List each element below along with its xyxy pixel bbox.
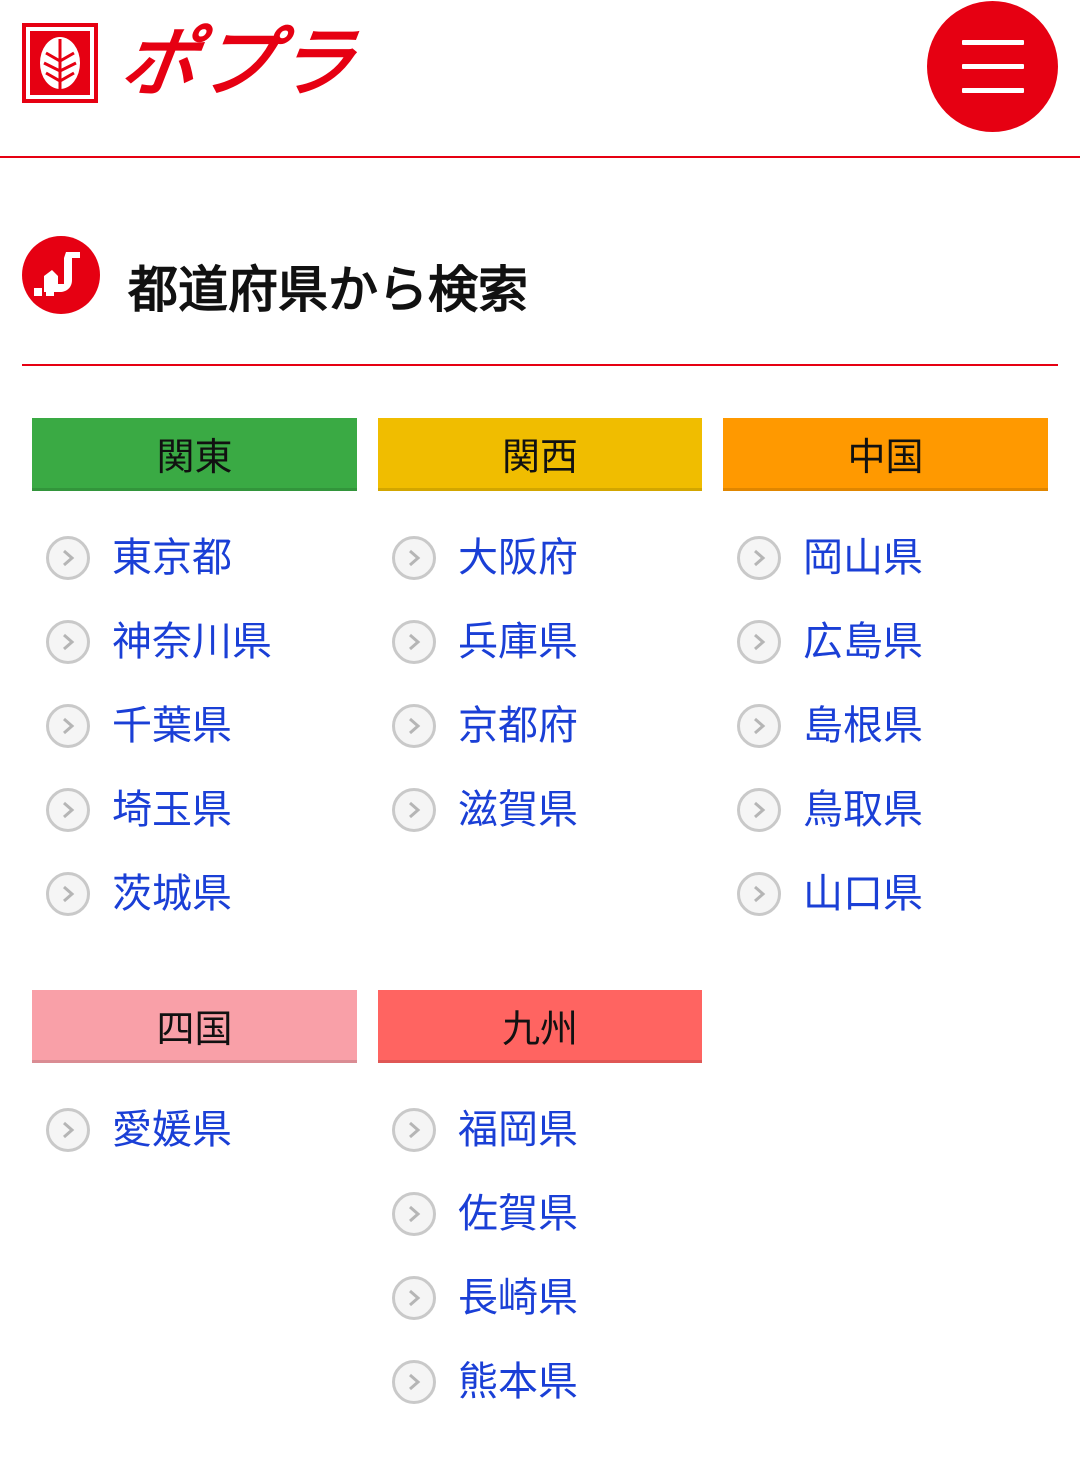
prefecture-link[interactable]: 茨城県 xyxy=(112,869,232,919)
prefecture-link[interactable]: 島根県 xyxy=(803,701,923,751)
list-item[interactable]: 埼玉県 xyxy=(32,768,357,852)
menu-line xyxy=(961,64,1024,69)
region-header-shikoku: 四国 xyxy=(32,990,357,1063)
prefecture-link[interactable]: 千葉県 xyxy=(112,701,232,751)
list-item[interactable]: 大阪府 xyxy=(378,516,702,600)
chevron-right-circle-icon xyxy=(392,1108,436,1152)
list-item[interactable]: 愛媛県 xyxy=(32,1088,357,1172)
site-header: ポプラ xyxy=(0,0,1080,158)
chevron-right-circle-icon xyxy=(737,872,781,916)
region-header-kanto: 関東 xyxy=(32,418,357,491)
list-item[interactable]: 岡山県 xyxy=(723,516,1048,600)
list-item[interactable]: 千葉県 xyxy=(32,684,357,768)
list-item[interactable]: 神奈川県 xyxy=(32,600,357,684)
list-item[interactable]: 島根県 xyxy=(723,684,1048,768)
map-pin-circle-icon xyxy=(22,236,100,314)
chevron-right-circle-icon xyxy=(46,536,90,580)
region-header-chugoku: 中国 xyxy=(723,418,1048,491)
chevron-right-circle-icon xyxy=(392,620,436,664)
prefecture-link[interactable]: 滋賀県 xyxy=(458,785,578,835)
chevron-right-circle-icon xyxy=(737,704,781,748)
chevron-right-circle-icon xyxy=(392,1360,436,1404)
prefecture-link[interactable]: 佐賀県 xyxy=(458,1189,578,1239)
prefecture-list-shikoku: 愛媛県 xyxy=(32,1088,357,1172)
chevron-right-circle-icon xyxy=(46,1108,90,1152)
list-item[interactable]: 長崎県 xyxy=(378,1256,702,1340)
list-item[interactable]: 茨城県 xyxy=(32,852,357,936)
prefecture-link[interactable]: 埼玉県 xyxy=(112,785,232,835)
chevron-right-circle-icon xyxy=(737,620,781,664)
list-item[interactable]: 鳥取県 xyxy=(723,768,1048,852)
prefecture-link[interactable]: 東京都 xyxy=(112,533,232,583)
prefecture-link[interactable]: 福岡県 xyxy=(458,1105,578,1155)
prefecture-list-kanto: 東京都 神奈川県 千葉県 埼玉県 茨城県 xyxy=(32,516,357,936)
region-header-kyushu: 九州 xyxy=(378,990,702,1063)
chevron-right-circle-icon xyxy=(737,536,781,580)
prefecture-link[interactable]: 鳥取県 xyxy=(803,785,923,835)
chevron-right-circle-icon xyxy=(737,788,781,832)
chevron-right-circle-icon xyxy=(392,1276,436,1320)
hamburger-menu-icon[interactable] xyxy=(927,1,1058,132)
prefecture-link[interactable]: 京都府 xyxy=(458,701,578,751)
list-item[interactable]: 山口県 xyxy=(723,852,1048,936)
chevron-right-circle-icon xyxy=(392,704,436,748)
list-item[interactable]: 福岡県 xyxy=(378,1088,702,1172)
section-heading: 都道府県から検索 xyxy=(22,236,1058,366)
chevron-right-circle-icon xyxy=(392,536,436,580)
list-item[interactable]: 兵庫県 xyxy=(378,600,702,684)
list-item[interactable]: 広島県 xyxy=(723,600,1048,684)
prefecture-link[interactable]: 熊本県 xyxy=(458,1357,578,1407)
prefecture-link[interactable]: 岡山県 xyxy=(803,533,923,583)
page: ポプラ 都道府県から検索 関東 東京都 神奈川県 千葉県 埼玉県 茨城県 関西 … xyxy=(0,0,1080,1470)
prefecture-link[interactable]: 大阪府 xyxy=(458,533,578,583)
prefecture-list-chugoku: 岡山県 広島県 島根県 鳥取県 山口県 xyxy=(723,516,1048,936)
prefecture-link[interactable]: 広島県 xyxy=(803,617,923,667)
list-item[interactable]: 東京都 xyxy=(32,516,357,600)
popla-leaf-logo-icon xyxy=(22,23,98,103)
list-item[interactable]: 京都府 xyxy=(378,684,702,768)
prefecture-link[interactable]: 愛媛県 xyxy=(112,1105,232,1155)
chevron-right-circle-icon xyxy=(392,788,436,832)
prefecture-link[interactable]: 兵庫県 xyxy=(458,617,578,667)
logo-wordmark: ポプラ xyxy=(115,18,363,107)
chevron-right-circle-icon xyxy=(46,620,90,664)
region-header-kansai: 関西 xyxy=(378,418,702,491)
list-item[interactable]: 熊本県 xyxy=(378,1340,702,1424)
chevron-right-circle-icon xyxy=(392,1192,436,1236)
chevron-right-circle-icon xyxy=(46,704,90,748)
logo-link[interactable]: ポプラ xyxy=(22,18,362,107)
list-item[interactable]: 佐賀県 xyxy=(378,1172,702,1256)
menu-line xyxy=(961,88,1024,93)
prefecture-link[interactable]: 長崎県 xyxy=(458,1273,578,1323)
chevron-right-circle-icon xyxy=(46,872,90,916)
prefecture-list-kyushu: 福岡県 佐賀県 長崎県 熊本県 xyxy=(378,1088,702,1424)
prefecture-list-kansai: 大阪府 兵庫県 京都府 滋賀県 xyxy=(378,516,702,852)
prefecture-link[interactable]: 神奈川県 xyxy=(112,617,272,667)
list-item[interactable]: 滋賀県 xyxy=(378,768,702,852)
page-title: 都道府県から検索 xyxy=(128,261,528,319)
chevron-right-circle-icon xyxy=(46,788,90,832)
prefecture-link[interactable]: 山口県 xyxy=(803,869,923,919)
menu-line xyxy=(961,40,1024,45)
